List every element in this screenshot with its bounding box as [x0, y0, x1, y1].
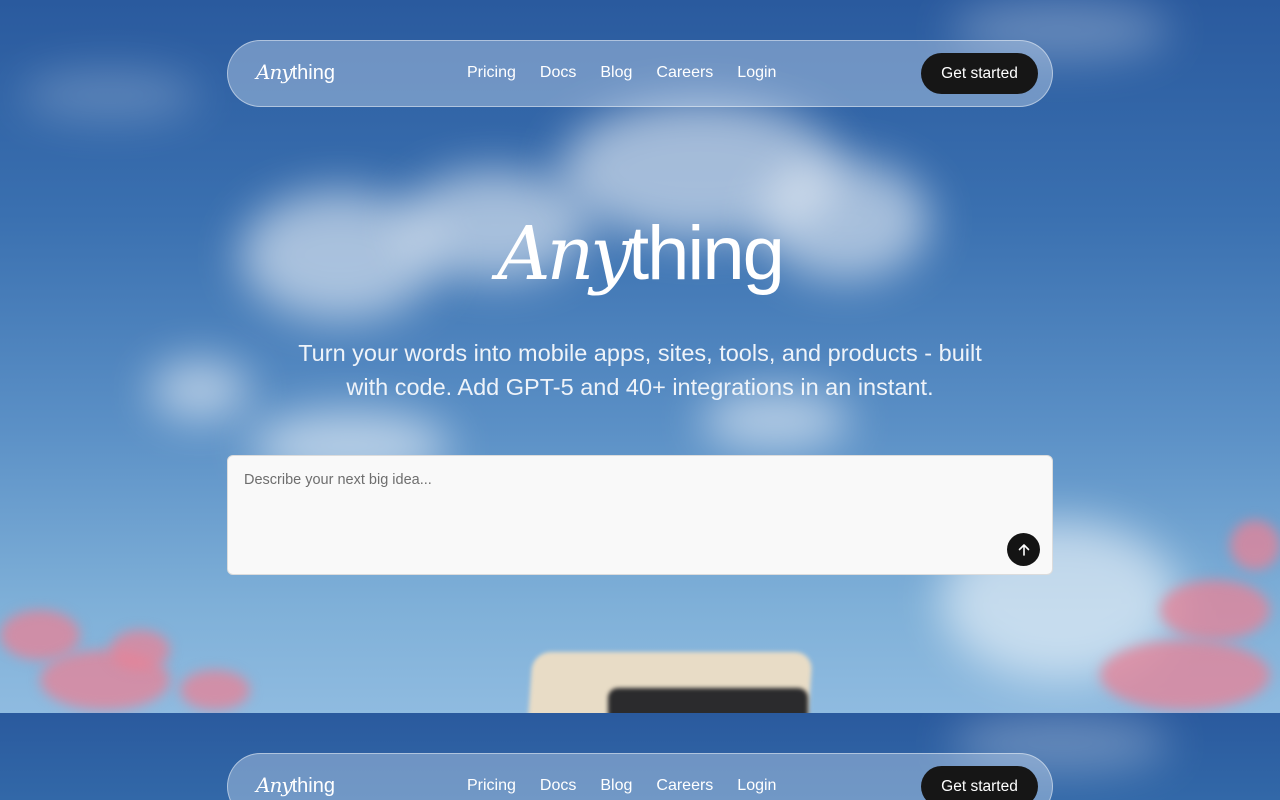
- hero-section: Anything Pricing Docs Blog Careers Login…: [0, 0, 1280, 713]
- device-screen: [608, 688, 808, 713]
- nav-link-login[interactable]: Login: [737, 64, 776, 82]
- brand-any: Any: [256, 773, 293, 797]
- prompt-box: [227, 455, 1053, 575]
- brand-logo[interactable]: Anything: [256, 60, 335, 85]
- cloud-decoration: [150, 360, 250, 420]
- tagline-line-2: with code. Add GPT-5 and 40+ integration…: [346, 374, 934, 400]
- nav-link-docs[interactable]: Docs: [540, 777, 576, 795]
- hero-tagline: Turn your words into mobile apps, sites,…: [270, 336, 1010, 404]
- arrow-up-icon: [1018, 543, 1029, 556]
- brand-thing: thing: [291, 62, 335, 84]
- flower-decoration: [110, 630, 170, 670]
- flower-decoration: [1230, 520, 1280, 570]
- idea-input[interactable]: [244, 472, 1004, 552]
- hero-logo: Anything: [0, 210, 1280, 297]
- hero-logo-thing: thing: [628, 211, 785, 296]
- nav-links: Pricing Docs Blog Careers Login: [467, 777, 776, 795]
- brand-thing: thing: [291, 775, 335, 797]
- brand-logo[interactable]: Anything: [256, 773, 335, 798]
- nav-link-pricing[interactable]: Pricing: [467, 777, 516, 795]
- get-started-button[interactable]: Get started: [921, 53, 1038, 94]
- flower-decoration: [0, 610, 80, 660]
- flower-decoration: [1160, 580, 1270, 640]
- sticky-header-section: Anything Pricing Docs Blog Careers Login…: [0, 713, 1280, 800]
- brand-any: Any: [256, 60, 293, 84]
- nav-link-pricing[interactable]: Pricing: [467, 64, 516, 82]
- cloud-decoration: [20, 70, 200, 120]
- nav-link-careers[interactable]: Careers: [656, 64, 713, 82]
- nav-link-login[interactable]: Login: [737, 777, 776, 795]
- nav-link-careers[interactable]: Careers: [656, 777, 713, 795]
- flower-decoration: [1100, 640, 1270, 710]
- get-started-button[interactable]: Get started: [921, 766, 1038, 800]
- navbar-sticky: Anything Pricing Docs Blog Careers Login…: [227, 753, 1053, 800]
- tagline-line-1: Turn your words into mobile apps, sites,…: [298, 340, 982, 366]
- nav-link-blog[interactable]: Blog: [600, 64, 632, 82]
- submit-button[interactable]: [1007, 533, 1040, 566]
- navbar: Anything Pricing Docs Blog Careers Login…: [227, 40, 1053, 107]
- nav-link-docs[interactable]: Docs: [540, 64, 576, 82]
- hero-logo-any: Any: [497, 211, 632, 297]
- nav-links: Pricing Docs Blog Careers Login: [467, 64, 776, 82]
- flower-decoration: [180, 670, 250, 710]
- nav-link-blog[interactable]: Blog: [600, 777, 632, 795]
